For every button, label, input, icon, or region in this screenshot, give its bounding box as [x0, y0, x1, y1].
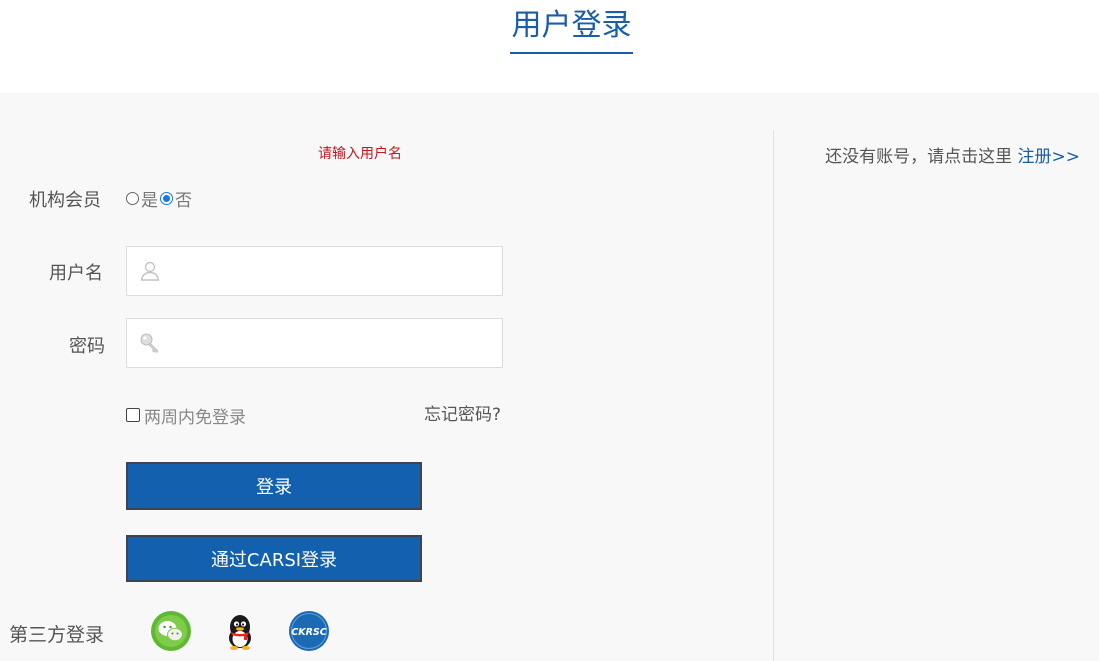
institution-radio-group: 是 否 — [126, 186, 194, 211]
page-title: 用户登录 — [510, 4, 633, 54]
username-label: 用户名 — [49, 263, 103, 284]
wechat-icon[interactable] — [151, 611, 191, 651]
error-message: 请输入用户名 — [318, 146, 402, 162]
institution-yes-label[interactable]: 是 — [141, 186, 158, 211]
password-label: 密码 — [69, 336, 105, 357]
register-prompt-text: 还没有账号，请点击这里 — [825, 147, 1018, 167]
remember-checkbox[interactable] — [126, 408, 140, 422]
forgot-password-link[interactable]: 忘记密码? — [424, 403, 501, 427]
password-field[interactable] — [126, 318, 503, 369]
ckrsc-icon-text: CKRSC — [291, 627, 326, 638]
user-icon — [140, 261, 160, 281]
username-field[interactable] — [126, 246, 503, 297]
password-input[interactable] — [173, 319, 502, 369]
institution-label: 机构会员 — [29, 190, 101, 211]
key-icon — [140, 333, 159, 354]
ckrsc-icon[interactable]: CKRSC — [289, 611, 329, 651]
login-button[interactable]: 登录 — [126, 462, 422, 510]
remember-label[interactable]: 两周内免登录 — [144, 403, 246, 428]
institution-no-label[interactable]: 否 — [175, 186, 192, 211]
register-prompt: 还没有账号，请点击这里 注册>> — [825, 142, 1080, 167]
institution-no-radio[interactable] — [160, 191, 173, 205]
username-input[interactable] — [173, 247, 502, 297]
panel-divider — [773, 130, 774, 661]
qq-icon[interactable] — [220, 611, 260, 651]
institution-yes-radio[interactable] — [126, 191, 139, 205]
third-party-label: 第三方登录 — [9, 624, 105, 646]
page-header: 用户登录 — [0, 0, 1099, 93]
register-link[interactable]: 注册>> — [1018, 147, 1081, 167]
carsi-login-button[interactable]: 通过CARSI登录 — [126, 535, 422, 582]
remember-me[interactable]: 两周内免登录 — [126, 403, 246, 428]
